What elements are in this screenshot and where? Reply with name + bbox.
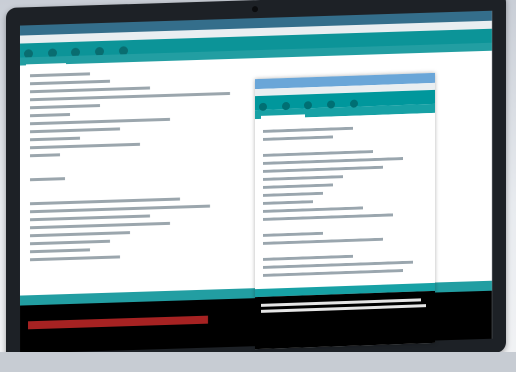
webcam-icon xyxy=(252,6,258,13)
overlay-ide-window xyxy=(255,72,435,350)
keyboard-edge xyxy=(0,352,516,372)
overlay-editor[interactable] xyxy=(255,112,435,290)
overlay-console xyxy=(255,290,435,350)
overlay-save-icon[interactable] xyxy=(349,99,358,108)
overlay-sketch-tab[interactable] xyxy=(261,114,305,125)
console-error-bar xyxy=(28,315,208,330)
overlay-new-icon[interactable] xyxy=(304,101,313,110)
overlay-open-icon[interactable] xyxy=(326,100,335,109)
